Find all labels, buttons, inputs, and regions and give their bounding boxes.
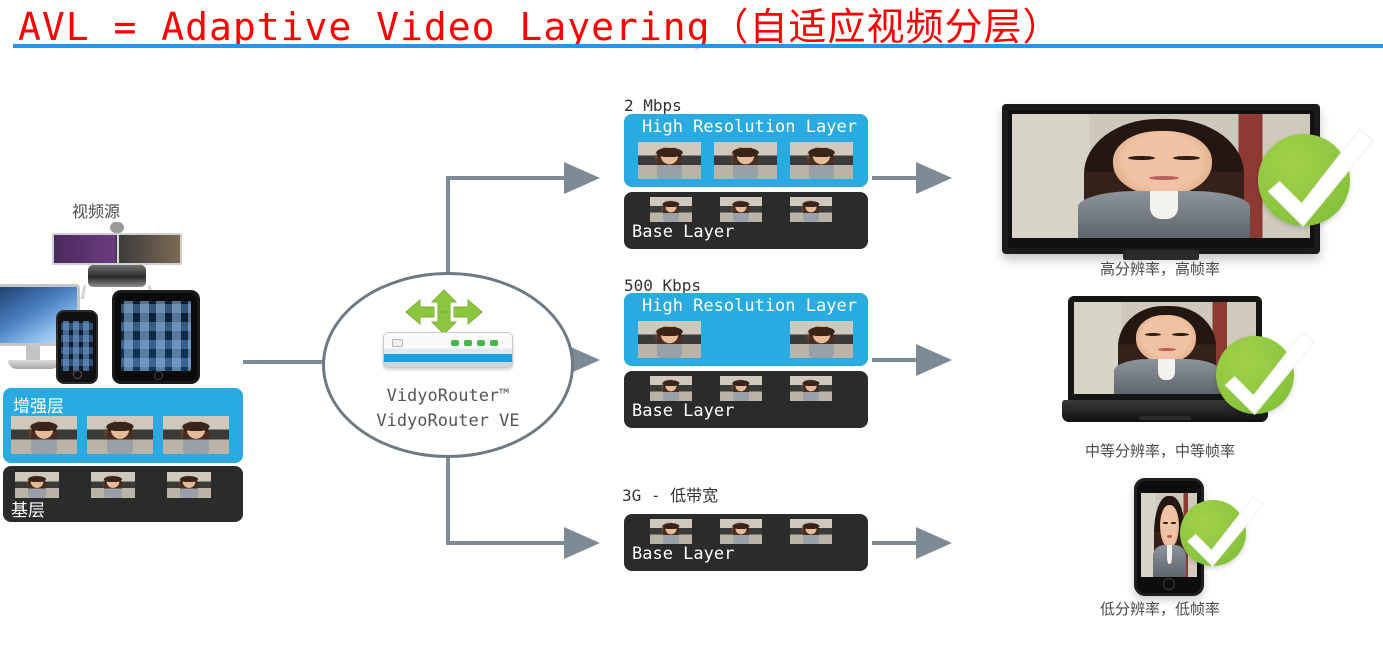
thumbnail — [790, 197, 832, 222]
router-name-line2: VidyoRouter VE — [376, 411, 520, 431]
router-label: VidyoRouter™ VidyoRouter VE — [322, 384, 574, 434]
thumbnail — [87, 416, 153, 454]
title-bar: AVL = Adaptive Video Layering（自适应视频分层） — [0, 0, 1383, 49]
portrait-mouth — [1149, 176, 1179, 180]
thumbnail — [11, 416, 77, 454]
stream-3-bitrate: 3G - 低带宽 — [622, 486, 719, 505]
tv-caption: 高分辨率，高帧率 — [1099, 260, 1220, 278]
source-enhancement-layer-label: 增强层 — [13, 397, 64, 417]
thumbnail — [790, 321, 853, 358]
iphone-screen-icon — [61, 321, 93, 371]
router-name-line1: VidyoRouter™ — [386, 386, 510, 406]
thumbnail — [790, 519, 832, 544]
telepresence-camera-icon — [110, 222, 124, 233]
thumbnail — [638, 142, 701, 179]
iphone-icon — [56, 310, 98, 384]
stream-2-high-resolution-layer: High Resolution Layer — [624, 293, 868, 366]
source-base-layer-label: 基层 — [11, 501, 45, 521]
stream-3-base-layer: Base Layer — [624, 514, 868, 571]
stream-1-bitrate: 2 Mbps — [624, 96, 682, 115]
router-flow-arrows-icon — [404, 288, 496, 336]
ipad-home-button-icon — [154, 371, 163, 380]
video-source-label: 视频源 — [72, 202, 121, 221]
router-appliance-icon — [383, 332, 513, 368]
stream-1-high-resolution-layer: High Resolution Layer — [624, 114, 868, 187]
stream-1-base-layer: Base Layer — [624, 192, 868, 249]
router-indicator-square-icon — [392, 339, 403, 347]
source-device-cluster — [0, 222, 245, 387]
imac-foot-icon — [8, 360, 60, 369]
stream-2-high-layer-label: High Resolution Layer — [642, 296, 857, 316]
thumbnail — [650, 197, 692, 222]
telepresence-system-icon — [52, 222, 182, 300]
portrait-suit — [1077, 190, 1251, 238]
check-badge-tv — [1258, 128, 1375, 228]
thumbnail — [15, 472, 59, 498]
portrait-face — [1135, 314, 1196, 363]
thumbnail — [163, 416, 229, 454]
check-badge-phone — [1180, 496, 1264, 567]
check-mark-icon — [1187, 496, 1264, 567]
thumbnail — [650, 519, 692, 544]
stream-2-base-layer: Base Layer — [624, 371, 868, 428]
stream-1-base-layer-label: Base Layer — [632, 222, 735, 242]
ipad-screen-icon — [121, 301, 191, 371]
thumbnail — [167, 472, 211, 498]
phone-caption: 低分辨率，低帧率 — [1099, 600, 1220, 618]
page-title-chinese: （自适应视频分层） — [710, 5, 1062, 49]
portrait-mouth — [1157, 348, 1176, 351]
thumbnail — [790, 142, 853, 179]
stream-2-base-layer-label: Base Layer — [632, 401, 735, 421]
portrait-face — [1113, 131, 1212, 196]
iphone-home-button-icon — [73, 370, 82, 379]
router-led-strip-icon — [446, 340, 502, 347]
check-mark-icon — [1224, 331, 1316, 415]
ipad-icon — [112, 290, 200, 384]
stream-1-high-layer-label: High Resolution Layer — [642, 117, 857, 137]
thumbnail — [720, 376, 762, 401]
laptop-caption: 中等分辨率，中等帧率 — [1084, 442, 1235, 460]
thumbnail — [720, 519, 762, 544]
check-mark-icon — [1268, 128, 1375, 228]
thumbnail — [790, 376, 832, 401]
thumbnail — [650, 376, 692, 401]
telepresence-screens-icon — [52, 233, 182, 265]
title-underline — [13, 44, 1383, 48]
page-title-english: AVL = Adaptive Video Layering — [18, 5, 711, 49]
telepresence-base-icon — [88, 265, 146, 287]
check-badge-laptop — [1216, 331, 1316, 415]
source-base-layer: 基层 — [3, 466, 243, 522]
thumbnail — [91, 472, 135, 498]
source-enhancement-layer: 增强层 — [3, 388, 243, 463]
thumbnail — [720, 197, 762, 222]
thumbnail — [714, 142, 777, 179]
thumbnail — [638, 321, 701, 358]
stream-3-base-layer-label: Base Layer — [632, 544, 735, 564]
